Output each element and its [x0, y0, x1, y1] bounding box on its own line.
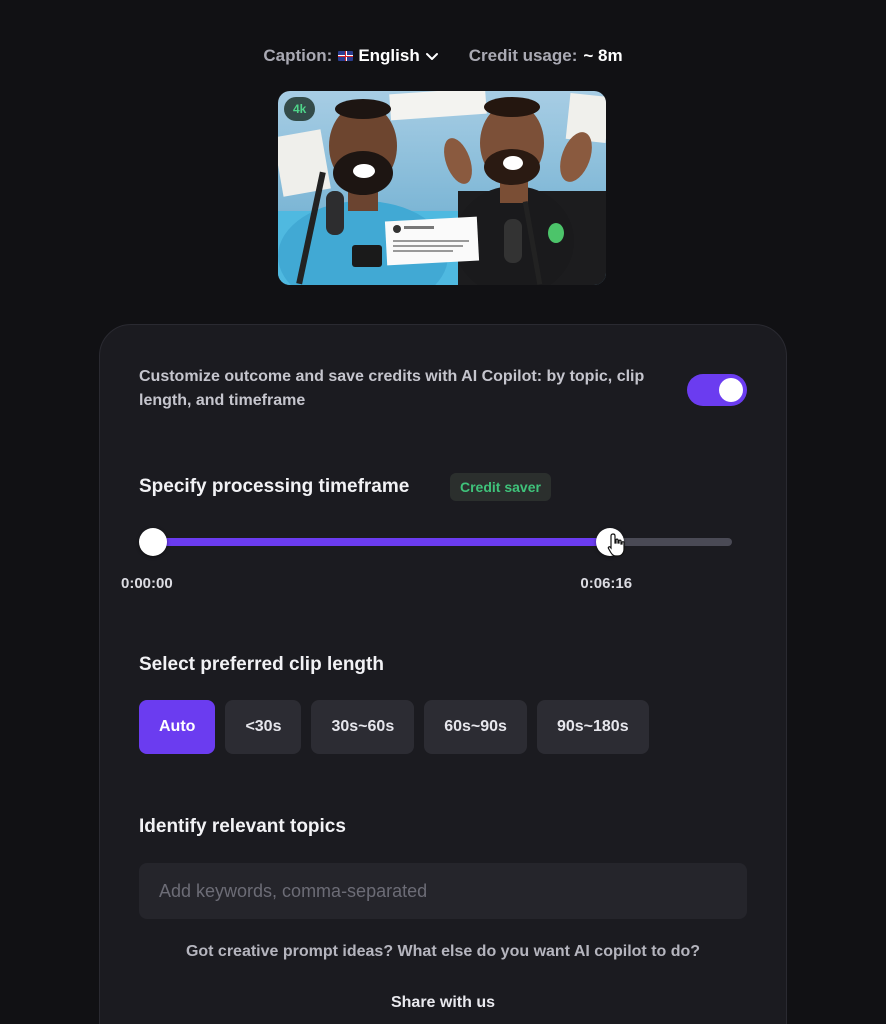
caption-language-group: Caption: English	[263, 46, 438, 66]
timeframe-title: Specify processing timeframe	[139, 476, 410, 497]
caption-language-value: English	[358, 46, 420, 65]
ai-copilot-card: Customize outcome and save credits with …	[99, 324, 787, 1024]
clip-length-option[interactable]: <30s	[225, 700, 302, 754]
chevron-down-icon	[425, 53, 438, 60]
resolution-badge: 4k	[284, 97, 316, 121]
clip-length-option[interactable]: Auto	[139, 700, 216, 754]
keywords-input[interactable]	[139, 863, 747, 919]
topics-title: Identify relevant topics	[139, 816, 346, 837]
clip-length-option[interactable]: 90s~180s	[536, 700, 649, 754]
timeframe-start-label: 0:00:00	[121, 575, 173, 592]
timeframe-slider-fill	[153, 538, 611, 546]
timeframe-end-handle[interactable]	[596, 528, 625, 556]
clip-length-option[interactable]: 30s~60s	[311, 700, 415, 754]
credit-usage-value: ~ 8m	[583, 46, 623, 65]
caption-language-dropdown[interactable]: English	[338, 46, 438, 66]
video-thumbnail: 4k	[278, 91, 606, 285]
caption-label: Caption:	[263, 46, 333, 65]
copilot-description: Customize outcome and save credits with …	[139, 368, 645, 409]
timeframe-slider-track[interactable]	[153, 538, 732, 546]
timeframe-end-label: 0:06:16	[580, 575, 633, 592]
clip-length-options: Auto <30s 30s~60s 60s~90s 90s~180s	[139, 700, 649, 754]
caption-settings-bar: Caption: English Credit usage: ~ 8m	[0, 46, 886, 66]
timeframe-start-handle[interactable]	[139, 528, 167, 556]
clip-length-option[interactable]: 60s~90s	[424, 700, 527, 754]
share-with-us-link[interactable]: Share with us	[139, 994, 747, 1012]
toggle-knob	[719, 378, 743, 402]
feedback-prompt: Got creative prompt ideas? What else do …	[185, 943, 701, 960]
clip-length-title: Select preferred clip length	[139, 654, 384, 675]
ai-copilot-toggle[interactable]	[687, 374, 747, 406]
page: Caption: English Credit usage: ~ 8m 4k C…	[0, 0, 886, 1024]
thumbnail-image	[278, 91, 606, 285]
uk-flag-icon	[338, 51, 354, 61]
credit-usage-label: Credit usage:	[468, 46, 578, 65]
credit-saver-badge: Credit saver	[450, 473, 551, 501]
credit-usage-group: Credit usage: ~ 8m	[469, 46, 623, 66]
